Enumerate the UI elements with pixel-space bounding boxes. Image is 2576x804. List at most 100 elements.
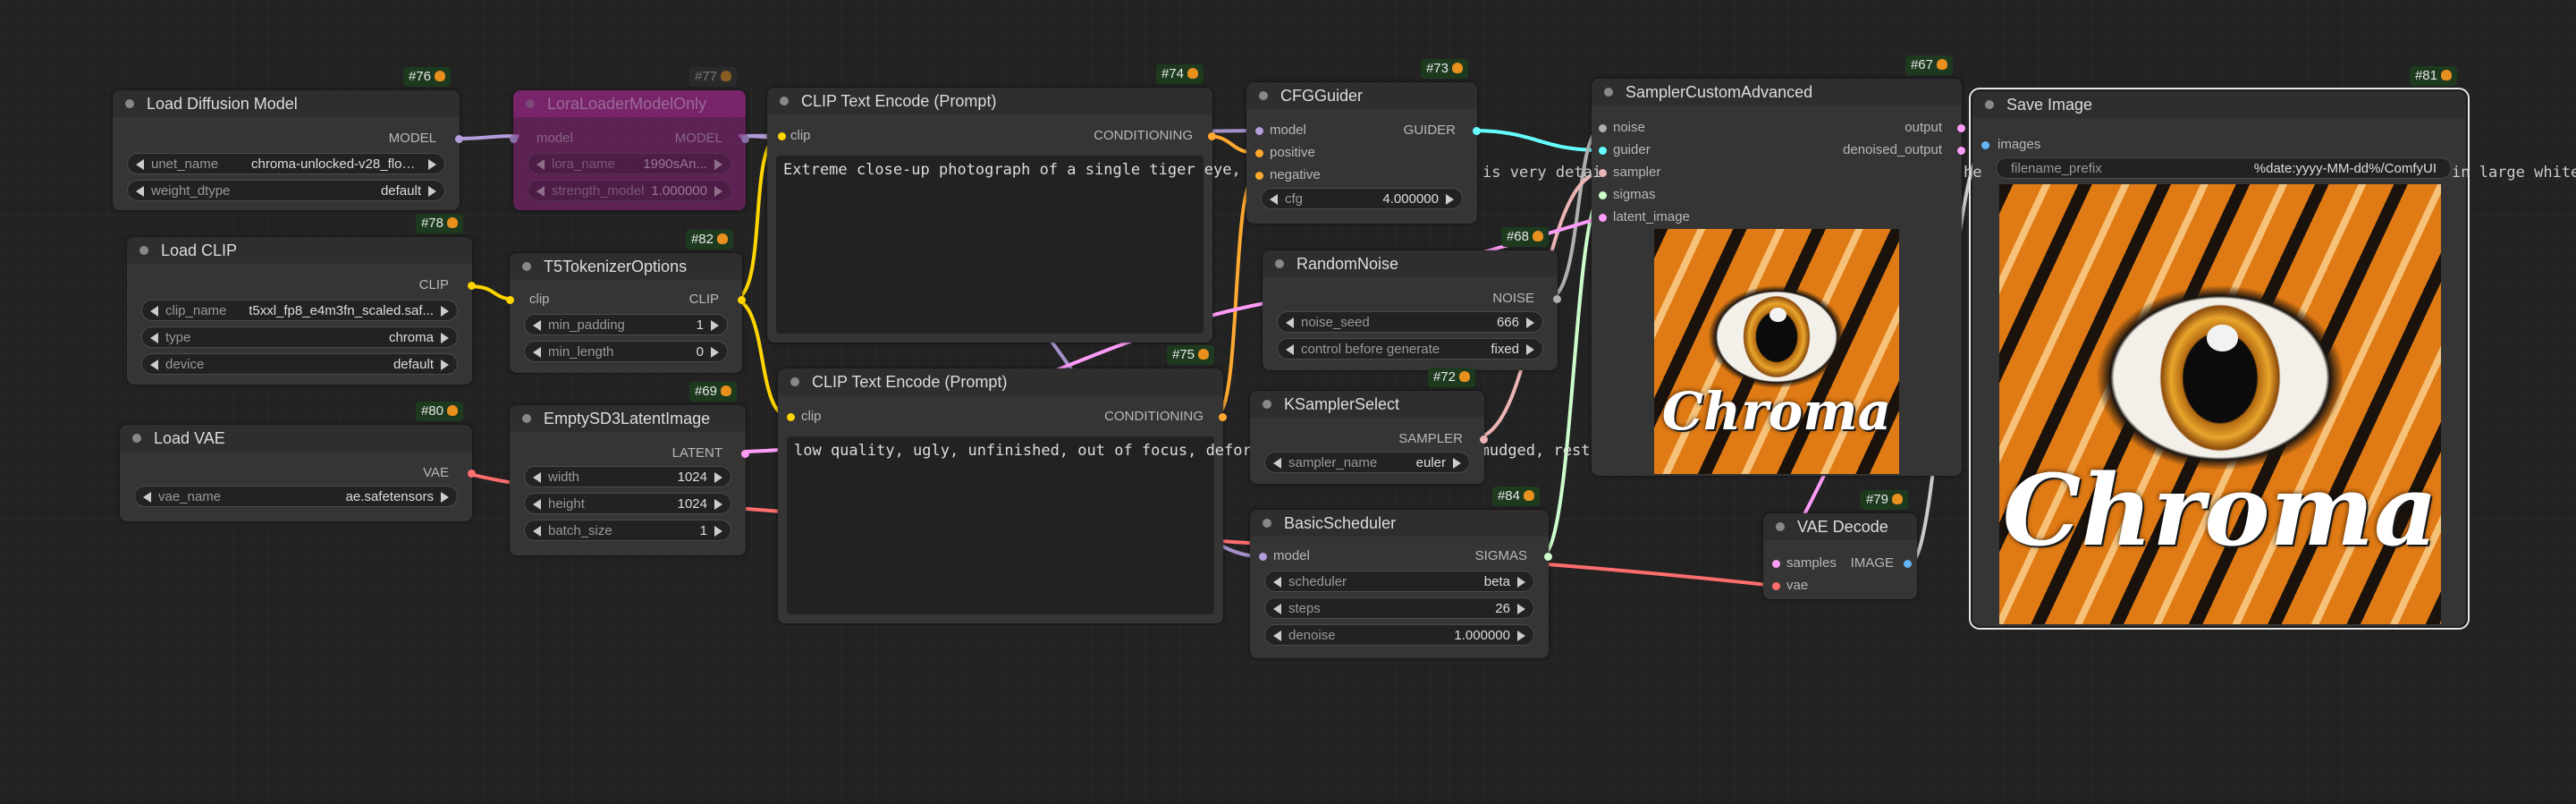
collapse-dot-icon[interactable] — [1604, 88, 1613, 97]
prompt-textarea-positive[interactable]: Extreme close-up photograph of a single … — [776, 156, 1268, 334]
output-slot-guider[interactable] — [1473, 127, 1481, 135]
arrow-left-icon[interactable] — [1273, 631, 1281, 641]
arrow-left-icon[interactable] — [1286, 317, 1294, 328]
arrow-right-icon[interactable] — [714, 526, 722, 537]
arrow-right-icon[interactable] — [1526, 344, 1534, 355]
collapse-dot-icon[interactable] — [522, 262, 531, 271]
widget-strength-model[interactable]: strength_model 1.000000 — [528, 180, 731, 201]
input-slot-model[interactable] — [1259, 553, 1267, 561]
input-slot-clip[interactable] — [787, 413, 795, 421]
arrow-left-icon[interactable] — [136, 186, 144, 197]
preview-image[interactable]: Chroma — [1654, 229, 1899, 474]
input-slot-sigmas[interactable] — [1599, 191, 1607, 199]
output-slot-image[interactable] — [1904, 560, 1912, 568]
collapse-dot-icon[interactable] — [125, 99, 134, 108]
node-lora-loader[interactable]: #77 LoraLoaderModelOnly model MODEL lora… — [510, 67, 749, 210]
arrow-right-icon[interactable] — [1517, 604, 1525, 614]
node-vae-decode[interactable]: #79 VAE Decode samples vae IMAGE — [1763, 490, 1917, 599]
node-title[interactable]: EmptySD3LatentImage — [510, 405, 746, 432]
widget-cfg[interactable]: cfg 4.000000 — [1261, 188, 1463, 209]
node-t5-tokenizer-options[interactable]: #82 T5TokenizerOptions clip CLIP min_pad… — [506, 230, 746, 373]
input-slot-model[interactable] — [510, 135, 518, 143]
widget-clip-name[interactable]: clip_name t5xxl_fp8_e4m3fn_scaled.saf... — [141, 300, 458, 321]
arrow-left-icon[interactable] — [1273, 458, 1281, 469]
collapse-dot-icon[interactable] — [132, 434, 141, 443]
widget-width[interactable]: width 1024 — [524, 466, 731, 487]
arrow-left-icon[interactable] — [1273, 577, 1281, 588]
arrow-left-icon[interactable] — [533, 472, 541, 483]
arrow-right-icon[interactable] — [428, 159, 436, 170]
input-slot-images[interactable] — [1981, 141, 1989, 149]
arrow-right-icon[interactable] — [1446, 194, 1454, 205]
node-empty-sd3-latent-image[interactable]: #69 EmptySD3LatentImage LATENT width 102… — [510, 382, 749, 555]
widget-clip-type[interactable]: type chroma — [141, 326, 458, 348]
collapse-dot-icon[interactable] — [526, 99, 535, 108]
collapse-dot-icon[interactable] — [780, 97, 789, 106]
output-slot-sampler[interactable] — [1480, 436, 1488, 444]
arrow-right-icon[interactable] — [1517, 631, 1525, 641]
arrow-left-icon[interactable] — [533, 526, 541, 537]
arrow-left-icon[interactable] — [150, 333, 158, 343]
arrow-right-icon[interactable] — [711, 320, 719, 331]
collapse-dot-icon[interactable] — [522, 414, 531, 423]
node-save-image[interactable]: #81 Save Image images filename_prefix %d… — [1969, 66, 2470, 630]
arrow-left-icon[interactable] — [536, 159, 545, 170]
collapse-dot-icon[interactable] — [1275, 259, 1284, 268]
node-title[interactable]: Load Diffusion Model — [113, 90, 460, 117]
node-title[interactable]: CFGGuider — [1246, 82, 1477, 109]
node-basic-scheduler[interactable]: #84 BasicScheduler model SIGMAS schedule… — [1250, 487, 1552, 658]
widget-batch-size[interactable]: batch_size 1 — [524, 520, 731, 541]
output-image[interactable]: Chroma — [1999, 184, 2441, 624]
output-slot-vae[interactable] — [468, 470, 476, 478]
widget-height[interactable]: height 1024 — [524, 493, 731, 514]
node-title[interactable]: T5TokenizerOptions — [510, 253, 742, 280]
input-slot-model[interactable] — [1255, 127, 1263, 135]
arrow-right-icon[interactable] — [714, 499, 722, 510]
arrow-left-icon[interactable] — [533, 320, 541, 331]
collapse-dot-icon[interactable] — [1263, 400, 1271, 409]
prompt-textarea-negative[interactable]: low quality, ugly, unfinished, out of fo… — [787, 436, 1837, 614]
arrow-left-icon[interactable] — [536, 186, 545, 197]
node-title[interactable]: Load VAE — [120, 425, 472, 452]
input-slot-positive[interactable] — [1255, 149, 1263, 157]
widget-min-length[interactable]: min_length 0 — [524, 341, 728, 362]
arrow-right-icon[interactable] — [1453, 458, 1461, 469]
node-title[interactable]: LoraLoaderModelOnly — [513, 90, 746, 117]
input-slot-latent-image[interactable] — [1599, 214, 1607, 222]
arrow-right-icon[interactable] — [441, 492, 449, 503]
node-title[interactable]: BasicScheduler — [1250, 510, 1549, 537]
node-load-vae[interactable]: #80 Load VAE VAE vae_name ae.safetensors — [120, 402, 476, 521]
output-slot-sigmas[interactable] — [1544, 553, 1552, 561]
node-clip-text-encode-positive[interactable]: #74 CLIP Text Encode (Prompt) clip CONDI… — [767, 64, 1268, 343]
input-slot-guider[interactable] — [1599, 147, 1607, 155]
output-slot-clip[interactable] — [468, 282, 476, 290]
arrow-right-icon[interactable] — [428, 186, 436, 197]
collapse-dot-icon[interactable] — [1263, 519, 1271, 528]
widget-vae-name[interactable]: vae_name ae.safetensors — [134, 486, 458, 507]
arrow-left-icon[interactable] — [1270, 194, 1278, 205]
arrow-right-icon[interactable] — [714, 472, 722, 483]
widget-scheduler[interactable]: scheduler beta — [1264, 571, 1534, 592]
node-sampler-custom-advanced[interactable]: #67 SamplerCustomAdvanced noise guider s… — [1592, 55, 1965, 476]
arrow-left-icon[interactable] — [533, 347, 541, 358]
widget-filename-prefix[interactable]: filename_prefix %date:yyyy-MM-dd%/ComfyU… — [1996, 157, 2452, 179]
arrow-left-icon[interactable] — [150, 306, 158, 317]
node-ksampler-select[interactable]: #72 KSamplerSelect SAMPLER sampler_name … — [1250, 368, 1488, 484]
node-load-clip[interactable]: #78 Load CLIP CLIP clip_name t5xxl_fp8_e… — [127, 214, 476, 385]
arrow-left-icon[interactable] — [533, 499, 541, 510]
node-title[interactable]: KSamplerSelect — [1250, 391, 1484, 418]
widget-lora-name[interactable]: lora_name 1990sAn... — [528, 153, 731, 174]
node-title[interactable]: VAE Decode — [1763, 513, 1917, 540]
arrow-right-icon[interactable] — [1517, 577, 1525, 588]
arrow-right-icon[interactable] — [1526, 317, 1534, 328]
node-title[interactable]: CLIP Text Encode (Prompt) — [778, 368, 1223, 395]
node-title[interactable]: Load CLIP — [127, 237, 472, 264]
node-title[interactable]: Save Image — [1972, 91, 2466, 118]
arrow-right-icon[interactable] — [441, 333, 449, 343]
widget-noise-seed[interactable]: noise_seed 666 — [1277, 311, 1543, 333]
output-slot-model[interactable] — [455, 135, 463, 143]
input-slot-samples[interactable] — [1772, 560, 1780, 568]
widget-min-padding[interactable]: min_padding 1 — [524, 314, 728, 335]
input-slot-clip[interactable] — [506, 296, 514, 304]
output-slot-output[interactable] — [1957, 124, 1965, 132]
